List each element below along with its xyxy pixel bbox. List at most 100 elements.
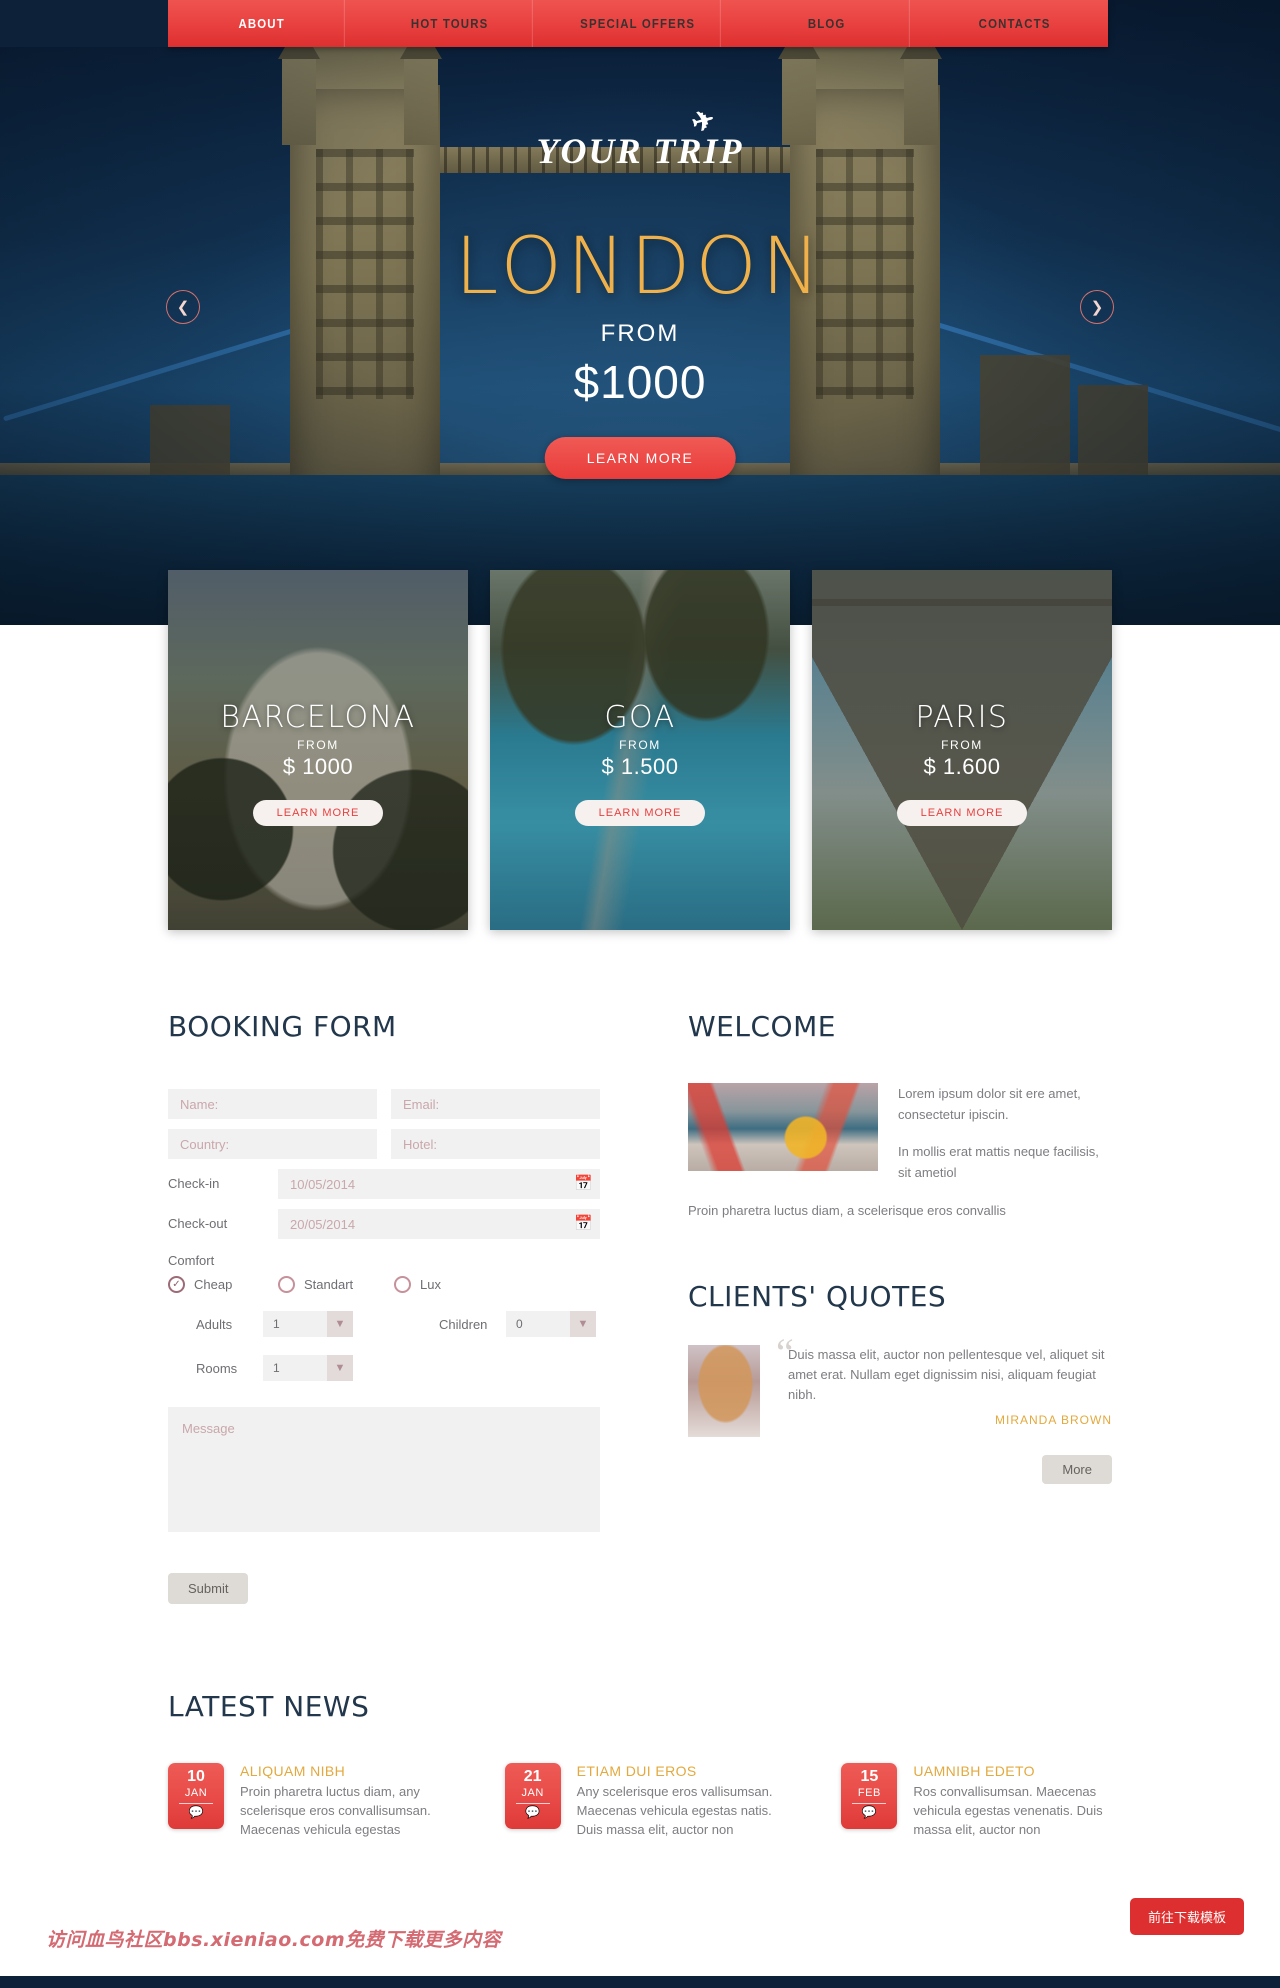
checkout-field-wrapper: 📅 [278,1209,600,1239]
card-learn-more-button[interactable]: LEARN MORE [252,800,384,826]
comment-icon: 💬 [861,1805,877,1819]
destination-card-barcelona[interactable]: BARCELONA FROM $ 1000 LEARN MORE [168,570,468,930]
news-day: 10 [187,1768,205,1785]
download-template-button[interactable]: 前往下载模板 [1129,1898,1244,1935]
avatar [688,1345,760,1437]
card-content: BARCELONA FROM $ 1000 LEARN MORE [168,700,468,826]
welcome-text: Lorem ipsum dolor sit ere amet, consecte… [898,1083,1112,1183]
country-input[interactable] [168,1129,377,1159]
checkin-input[interactable] [278,1169,600,1199]
chevron-down-icon: ▼ [327,1355,353,1381]
adults-select[interactable]: 1 ▼ [263,1311,353,1337]
adults-value: 1 [273,1317,280,1331]
nav-item-about[interactable]: ABOUT [179,0,345,47]
news-title[interactable]: ALIQUAM NIBH [240,1763,439,1779]
news-month: JAN [184,1787,208,1799]
hero-price: $1000 [573,356,707,408]
nav-item-hot-tours[interactable]: HOT TOURS [367,0,534,47]
hero-slider: ABOUT HOT TOURS SPECIAL OFFERS BLOG CONT… [0,0,1280,625]
card-price: $ 1000 [282,754,354,779]
quote-text-wrapper: “ Duis massa elit, auctor non pellentesq… [776,1333,1112,1437]
booking-form-column: BOOKING FORM Check-in 📅 [168,1010,600,1604]
children-value: 0 [516,1317,523,1331]
nav-item-blog[interactable]: BLOG [744,0,910,47]
destination-card-goa[interactable]: GOA FROM $ 1.500 LEARN MORE [490,570,790,930]
hero-learn-more-button[interactable]: LEARN MORE [544,437,736,479]
comfort-label: Comfort [168,1253,215,1268]
news-text: ALIQUAM NIBH Proin pharetra luctus diam,… [240,1763,439,1839]
email-input[interactable] [391,1089,600,1119]
news-list: 10 JAN 💬 ALIQUAM NIBH Proin pharetra luc… [168,1763,1112,1839]
footer-bar [0,1976,1280,1988]
radio-unselected-icon [394,1276,411,1293]
news-item[interactable]: 10 JAN 💬 ALIQUAM NIBH Proin pharetra luc… [168,1763,439,1839]
name-input[interactable] [168,1089,377,1119]
welcome-image [688,1083,878,1171]
booking-form-title: BOOKING FORM [168,1010,397,1043]
news-item[interactable]: 21 JAN 💬 ETIAM DUI EROS Any scelerisque … [504,1763,776,1839]
card-from-label: FROM [297,738,339,752]
quotes-more-button[interactable]: More [1042,1455,1112,1484]
slider-prev-icon[interactable]: ❮ [166,290,200,324]
message-textarea[interactable] [168,1407,600,1532]
checkin-field-wrapper: 📅 [278,1169,600,1199]
card-title: PARIS [915,700,1009,735]
checkin-label: Check-in [168,1176,220,1191]
news-title[interactable]: ETIAM DUI EROS [577,1763,776,1779]
main-content: BOOKING FORM Check-in 📅 [168,1010,1112,1604]
welcome-body: Lorem ipsum dolor sit ere amet, consecte… [688,1083,1112,1183]
news-day: 21 [523,1768,542,1785]
adults-label: Adults [196,1316,233,1332]
welcome-title: WELCOME [688,1010,836,1043]
nav-item-contacts[interactable]: CONTACTS [932,0,1097,47]
hotel-input[interactable] [391,1129,600,1159]
news-day: 15 [860,1768,879,1785]
card-content: GOA FROM $ 1.500 LEARN MORE [490,700,790,826]
checkout-label: Check-out [168,1216,228,1231]
news-item[interactable]: 15 FEB 💬 UAMNIBH EDETO Ros convallisumsa… [841,1763,1112,1839]
welcome-paragraph-3: Proin pharetra luctus diam, a scelerisqu… [688,1203,1006,1218]
main-navigation: ABOUT HOT TOURS SPECIAL OFFERS BLOG CONT… [168,0,1108,47]
news-description: Ros convallisumsan. Maecenas vehicula eg… [913,1784,1103,1837]
quote-mark-icon: “ [776,1330,794,1375]
form-row-name-email [168,1089,600,1119]
latest-news-title: LATEST NEWS [168,1690,370,1723]
card-content: PARIS FROM $ 1.600 LEARN MORE [812,700,1112,826]
chevron-down-icon: ▼ [570,1311,596,1337]
watermark-text: 访问血鸟社区bbs.xieniao.com免费下载更多内容 [46,1929,502,1951]
checkout-input[interactable] [278,1209,600,1239]
rooms-select[interactable]: 1 ▼ [263,1355,353,1381]
calendar-icon[interactable]: 📅 [574,1175,593,1192]
news-date-badge: 21 JAN 💬 [504,1763,561,1829]
welcome-paragraph-1: Lorem ipsum dolor sit ere amet, consecte… [898,1086,1081,1122]
news-title[interactable]: UAMNIBH EDETO [913,1763,1112,1779]
card-learn-more-button[interactable]: LEARN MORE [896,800,1028,826]
submit-button[interactable]: Submit [168,1573,249,1604]
card-title: BARCELONA [220,700,416,735]
card-from-label: FROM [619,738,661,752]
radio-standart[interactable]: Standart [278,1276,394,1293]
news-month: FEB [857,1787,881,1799]
destination-cards: BARCELONA FROM $ 1000 LEARN MORE GOA FRO… [168,570,1112,940]
comment-icon: 💬 [525,1805,541,1819]
site-logo[interactable]: YOUR TRIP ✈ [0,103,1280,172]
card-learn-more-button[interactable]: LEARN MORE [574,800,706,826]
nav-item-special-offers[interactable]: SPECIAL OFFERS [556,0,722,47]
card-price: $ 1.600 [923,754,1001,779]
radio-cheap[interactable]: ✓ Cheap [168,1276,278,1293]
children-select[interactable]: 0 ▼ [506,1311,596,1337]
form-row-country-hotel [168,1129,600,1159]
news-text: UAMNIBH EDETO Ros convallisumsan. Maecen… [913,1763,1112,1839]
card-price: $ 1.500 [601,754,679,779]
card-title: GOA [604,700,676,735]
site-logo-text: YOUR TRIP [536,131,744,171]
radio-lux[interactable]: Lux [394,1276,441,1293]
hero-from-label: FROM [600,320,680,347]
slider-next-icon[interactable]: ❯ [1080,290,1114,324]
rooms-label: Rooms [196,1360,238,1376]
comfort-radio-group: ✓ Cheap Standart Lux [168,1276,600,1293]
destination-card-paris[interactable]: PARIS FROM $ 1.600 LEARN MORE [812,570,1112,930]
divider [852,1803,887,1804]
news-date-badge: 10 JAN 💬 [168,1763,224,1829]
calendar-icon[interactable]: 📅 [574,1215,593,1232]
